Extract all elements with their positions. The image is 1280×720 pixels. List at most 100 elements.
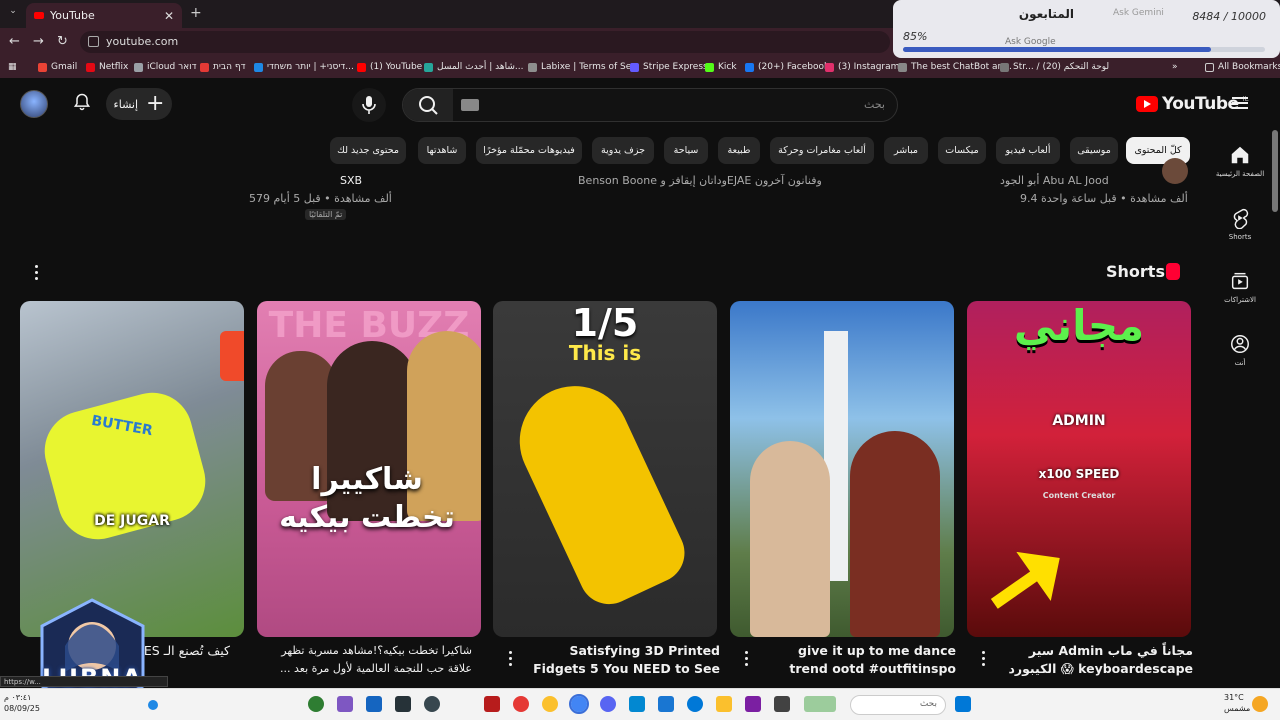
more-actions-icon[interactable] <box>508 650 512 666</box>
short-title[interactable]: give it up to me dance trend ootd #outfi… <box>756 642 956 680</box>
video-channel[interactable]: SXB <box>340 174 362 187</box>
edge-icon[interactable] <box>687 696 703 712</box>
channel-avatar[interactable] <box>1162 158 1188 184</box>
chrome-active-icon[interactable] <box>569 694 589 714</box>
app-icon[interactable] <box>484 696 500 712</box>
short-thumbnail[interactable]: BUTTER DE JUGAR <box>20 301 244 637</box>
chip-crafts[interactable]: جزف يدوية <box>592 137 654 164</box>
short-thumbnail[interactable] <box>730 301 954 637</box>
bookmark-youtube[interactable]: (1) YouTube <box>357 62 422 72</box>
create-button[interactable]: إنشاء + <box>106 88 172 120</box>
chip-new-for-you[interactable]: محتوى جديد لك <box>330 137 406 164</box>
ask-gemini[interactable]: Ask Gemini <box>1113 8 1164 18</box>
browser-tab-youtube[interactable]: YouTube ✕ <box>26 3 182 28</box>
site-info-icon[interactable] <box>88 36 99 47</box>
search-input[interactable]: بحث <box>864 98 885 111</box>
notifications-bell-icon[interactable] <box>72 92 92 112</box>
taskbar-time: ٠٣:٤١ م <box>4 693 32 702</box>
bookmark-instagram[interactable]: (3) Instagram <box>825 62 899 72</box>
bookmarks-overflow-icon[interactable]: » <box>1172 62 1178 72</box>
follower-progress-track <box>903 47 1265 52</box>
chip-watched[interactable]: شاهدتها <box>418 137 466 164</box>
close-tab-icon[interactable]: ✕ <box>164 9 174 23</box>
keyboard-icon[interactable] <box>461 99 479 111</box>
search-box[interactable]: بحث <box>402 88 898 122</box>
voice-search-button[interactable] <box>352 88 386 122</box>
sidebar-item-you[interactable]: أنت <box>1212 333 1268 367</box>
taskbar-clock[interactable]: ٠٣:٤١ م 08/09/25 <box>4 692 40 714</box>
apps-grid-icon[interactable]: ▦ <box>8 62 17 72</box>
chip-mixes[interactable]: ميكسات <box>938 137 986 164</box>
ask-google[interactable]: Ask Google <box>1005 37 1056 47</box>
app-icon[interactable] <box>774 696 790 712</box>
chip-action-adventure[interactable]: ألعاب مغامرات وحركة <box>770 137 874 164</box>
page-scrollbar[interactable] <box>1272 130 1278 212</box>
shorts-logo-icon <box>1166 263 1180 280</box>
bookmark-stripe[interactable]: Stripe Express <box>630 62 708 72</box>
app-icon[interactable] <box>658 696 674 712</box>
bookmark-icloud[interactable]: iCloud דואר <box>134 62 197 72</box>
short-thumbnail[interactable]: مجاني ADMIN x100 SPEED Content Creator <box>967 301 1191 637</box>
bookmark-disney[interactable]: דיסני+ | יותר משחדי... <box>254 62 354 72</box>
chrome-icon[interactable] <box>513 696 529 712</box>
chip-tourism[interactable]: سياحة <box>664 137 708 164</box>
bookmark-facebook[interactable]: (20+) Facebook <box>745 62 829 72</box>
weather-sun-icon <box>1252 696 1268 712</box>
vscode-icon[interactable] <box>366 696 382 712</box>
search-button[interactable] <box>403 89 453 121</box>
folder-icon <box>1205 62 1214 72</box>
reload-icon[interactable]: ↻ <box>57 34 68 49</box>
app-icon[interactable] <box>629 696 645 712</box>
file-explorer-icon[interactable] <box>716 696 732 712</box>
chip-live[interactable]: مباشر <box>884 137 928 164</box>
news-widget-icon[interactable] <box>804 696 836 712</box>
chip-recently-uploaded[interactable]: فيديوهات محمّلة مؤخرًا <box>476 137 582 164</box>
sidebar-item-home[interactable]: الصفحة الرئيسية <box>1212 144 1268 178</box>
shorts-more-menu-icon[interactable] <box>33 264 39 280</box>
tab-search-menu-icon[interactable]: ⌄ <box>6 6 20 20</box>
more-actions-icon[interactable] <box>744 650 748 666</box>
menu-icon[interactable] <box>1232 97 1248 109</box>
account-avatar[interactable] <box>20 90 48 118</box>
terminal-icon[interactable] <box>395 696 411 712</box>
weather-temperature: 31°C <box>1224 693 1244 702</box>
bookmark-shahid[interactable]: شاهد | أحدث المسل... <box>424 62 524 72</box>
app-icon[interactable] <box>337 696 353 712</box>
bookmark-gmail[interactable]: Gmail <box>38 62 77 72</box>
short-title[interactable]: سير Admin مجاناً في ماب الكيبورد 😱 keybo… <box>993 642 1193 680</box>
forward-icon[interactable]: → <box>33 34 44 49</box>
obs-icon[interactable] <box>424 696 440 712</box>
chrome-icon[interactable] <box>542 696 558 712</box>
all-bookmarks[interactable]: All Bookmarks <box>1205 62 1280 72</box>
discord-icon[interactable] <box>600 696 616 712</box>
chip-music[interactable]: موسيقى <box>1070 137 1118 164</box>
taskbar-weather[interactable]: 31°C مشمس <box>1224 692 1250 714</box>
new-tab-icon[interactable]: + <box>190 5 202 21</box>
sidebar-item-subscriptions[interactable]: الاشتراكات <box>1212 270 1268 304</box>
address-bar[interactable]: youtube.com <box>80 31 890 53</box>
chip-nature[interactable]: طبيعة <box>718 137 760 164</box>
taskbar-search-input[interactable]: بحث <box>850 695 946 715</box>
bookmark-labixe[interactable]: Labixe | Terms of Se... <box>528 62 640 72</box>
facebook-icon <box>745 62 754 72</box>
short-title[interactable]: شاكيرا تخطت بيكيه؟!مشاهد مسربة تظهر علاق… <box>272 642 472 680</box>
video-channel[interactable]: أبو الجود Abu AL Jood <box>1000 174 1109 187</box>
app-icon[interactable] <box>745 696 761 712</box>
short-thumbnail[interactable]: THE BUZZ شاكييرا تخطت بيكيه <box>257 301 481 637</box>
bookmark-kick[interactable]: Kick <box>705 62 737 72</box>
windows-start-icon[interactable] <box>955 696 971 712</box>
bookmark-homepage[interactable]: דף הבית <box>200 62 246 72</box>
sidebar-item-shorts[interactable]: Shorts <box>1212 207 1268 241</box>
video-artists[interactable]: Benson Boone وداتان إيقافز وEJAE وفنانون… <box>578 174 822 187</box>
app-hs-icon[interactable] <box>308 696 324 712</box>
bookmark-netflix[interactable]: Netflix <box>86 62 128 72</box>
more-actions-icon[interactable] <box>981 650 985 666</box>
short-title[interactable]: Satisfying 3D Printed Fidgets 5 You NEED… <box>520 642 720 680</box>
bookmark-chatbot[interactable]: The best ChatBot an... <box>898 62 1012 72</box>
short-thumbnail[interactable]: 1/5 This is <box>493 301 717 637</box>
chip-video-games[interactable]: ألعاب فيديو <box>996 137 1060 164</box>
language-icon[interactable] <box>148 700 158 710</box>
back-icon[interactable]: ← <box>9 34 20 49</box>
address-url: youtube.com <box>106 35 179 48</box>
bookmark-dashboard[interactable]: Str... / لوحة التحكم (20) <box>1000 62 1109 72</box>
